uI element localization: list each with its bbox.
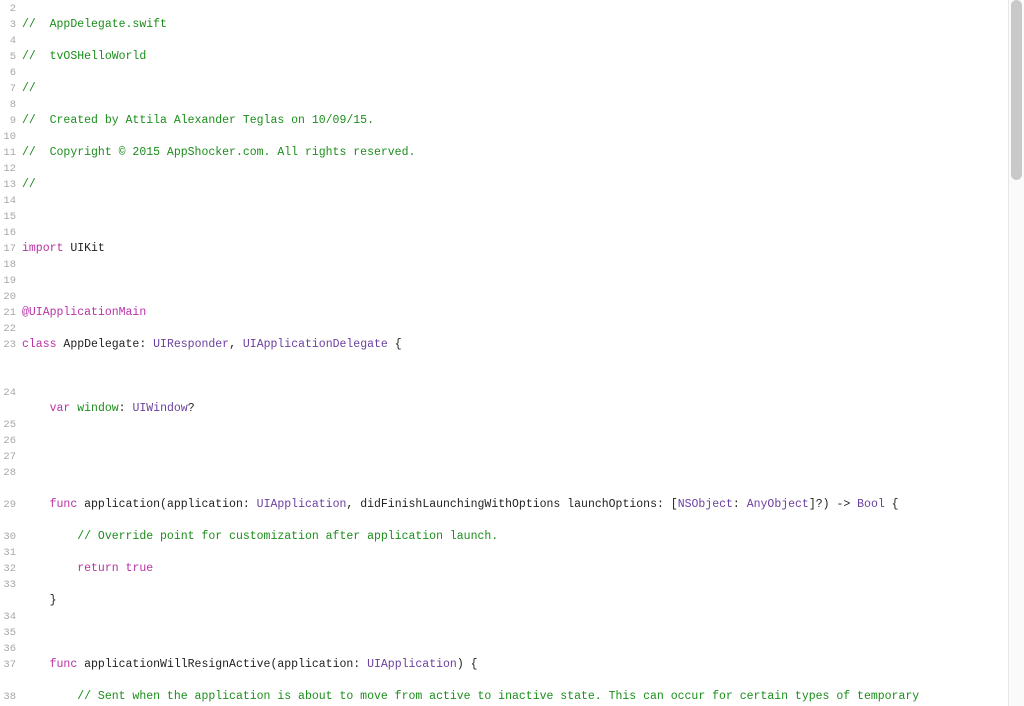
code-area[interactable]: // AppDelegate.swift // tvOSHelloWorld /… (18, 0, 1024, 706)
code-line: // (22, 177, 1024, 193)
code-line (22, 625, 1024, 641)
code-line (22, 465, 1024, 481)
code-line: // Copyright © 2015 AppShocker.com. All … (22, 145, 1024, 161)
code-line: class AppDelegate: UIResponder, UIApplic… (22, 337, 1024, 353)
vertical-scrollbar[interactable] (1008, 0, 1024, 706)
code-line (22, 433, 1024, 449)
code-line: func application(application: UIApplicat… (22, 497, 1024, 513)
code-line: var window: UIWindow? (22, 401, 1024, 417)
code-line: import UIKit (22, 241, 1024, 257)
code-line: // Created by Attila Alexander Teglas on… (22, 113, 1024, 129)
code-line: // Override point for customization afte… (22, 529, 1024, 545)
code-line: // (22, 81, 1024, 97)
code-line: func applicationWillResignActive(applica… (22, 657, 1024, 673)
code-line (22, 273, 1024, 289)
scrollbar-thumb[interactable] (1011, 0, 1022, 180)
code-line: // tvOSHelloWorld (22, 49, 1024, 65)
code-line (22, 209, 1024, 225)
code-editor[interactable]: 2345678910111213141516171819202122232425… (0, 0, 1024, 706)
line-number-gutter: 2345678910111213141516171819202122232425… (0, 0, 18, 706)
code-line (22, 369, 1024, 385)
code-line: // Sent when the application is about to… (22, 689, 1024, 705)
code-line: @UIApplicationMain (22, 305, 1024, 321)
code-line: // AppDelegate.swift (22, 17, 1024, 33)
code-line: return true (22, 561, 1024, 577)
code-line: } (22, 593, 1024, 609)
